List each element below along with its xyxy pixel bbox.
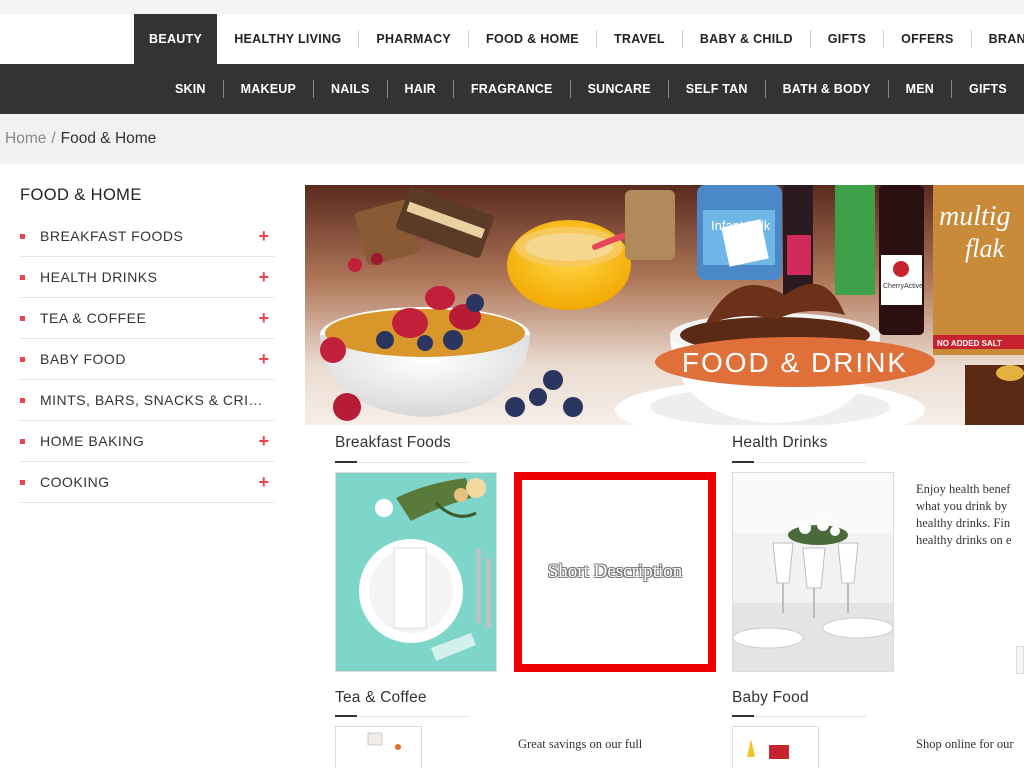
description-line: Enjoy health benef <box>916 482 1011 496</box>
bullet-icon <box>20 397 25 403</box>
slider-handle[interactable] <box>1016 646 1024 674</box>
subnav-item-men[interactable]: MEN <box>889 82 951 96</box>
bullet-icon <box>20 438 25 444</box>
category-item-mints-bars-snacks[interactable]: MINTS, BARS, SNACKS & CRISPS <box>20 380 275 421</box>
subnav-item-bath-body[interactable]: BATH & BODY <box>766 82 888 96</box>
breadcrumb-current: Food & Home <box>60 130 157 147</box>
plus-icon[interactable]: + <box>258 432 269 450</box>
top-strip <box>0 0 1024 14</box>
nav-item-healthy-living[interactable]: HEALTHY LIVING <box>217 14 358 64</box>
category-label: BREAKFAST FOODS <box>40 228 184 244</box>
banner-label: FOOD & DRINK <box>682 347 908 378</box>
food-drink-banner-image: Infant Milk CherryActive multig flak NO … <box>305 185 1024 425</box>
section-title-breakfast-foods[interactable]: Breakfast Foods <box>335 434 451 452</box>
category-list: BREAKFAST FOODS + HEALTH DRINKS + TEA & … <box>20 216 275 503</box>
nav-item-travel[interactable]: TRAVEL <box>597 14 682 64</box>
subnav-item-suncare[interactable]: SUNCARE <box>571 82 668 96</box>
category-banner: Infant Milk CherryActive multig flak NO … <box>305 185 1024 425</box>
short-description-placeholder[interactable]: Short Description <box>514 472 716 672</box>
sub-nav: SKIN MAKEUP NAILS HAIR FRAGRANCE SUNCARE… <box>0 64 1024 114</box>
category-label: HOME BAKING <box>40 433 145 449</box>
section-title-baby-food[interactable]: Baby Food <box>732 689 809 707</box>
breadcrumb-separator: / <box>51 130 56 147</box>
category-label: BABY FOOD <box>40 351 126 367</box>
nav-item-baby-child[interactable]: BABY & CHILD <box>683 14 810 64</box>
category-sidebar: FOOD & HOME BREAKFAST FOODS + HEALTH DRI… <box>20 186 275 503</box>
plus-icon[interactable]: + <box>258 473 269 491</box>
cherryactive-label: CherryActive <box>883 283 923 290</box>
description-line: healthy drinks. Fin <box>916 516 1011 530</box>
health-drinks-image[interactable] <box>732 472 894 672</box>
plus-icon[interactable]: + <box>258 309 269 327</box>
plus-icon[interactable]: + <box>258 350 269 368</box>
bullet-icon <box>20 479 25 485</box>
nav-item-offers[interactable]: OFFERS <box>884 14 971 64</box>
category-item-tea-coffee[interactable]: TEA & COFFEE + <box>20 298 275 339</box>
section-underline <box>335 715 469 717</box>
category-item-breakfast-foods[interactable]: BREAKFAST FOODS + <box>20 216 275 257</box>
nav-item-beauty[interactable]: BEAUTY <box>134 14 218 64</box>
multigrain-label: multig <box>939 201 1011 232</box>
category-item-baby-food[interactable]: BABY FOOD + <box>20 339 275 380</box>
nav-item-food-home[interactable]: FOOD & HOME <box>469 14 596 64</box>
top-header: BEAUTY HEALTHY LIVING PHARMACY FOOD & HO… <box>0 0 1024 64</box>
section-underline <box>335 461 469 463</box>
section-title-health-drinks[interactable]: Health Drinks <box>732 434 828 452</box>
subnav-item-makeup[interactable]: MAKEUP <box>224 82 313 96</box>
description-line: what you drink by <box>916 499 1008 513</box>
plus-icon[interactable]: + <box>258 227 269 245</box>
category-label: HEALTH DRINKS <box>40 269 158 285</box>
category-label: TEA & COFFEE <box>40 310 147 326</box>
category-label: COOKING <box>40 474 110 490</box>
nav-item-pharmacy[interactable]: PHARMACY <box>359 14 468 64</box>
main-nav: BEAUTY HEALTHY LIVING PHARMACY FOOD & HO… <box>134 14 1024 64</box>
tea-coffee-description: Great savings on our full <box>518 736 698 753</box>
flakes-label: flak <box>965 234 1004 263</box>
nav-item-gifts[interactable]: GIFTS <box>811 14 883 64</box>
sidebar-title: FOOD & HOME <box>20 186 142 204</box>
place-setting-image <box>336 473 496 671</box>
description-line: Great savings on our full <box>518 737 643 751</box>
category-item-cooking[interactable]: COOKING + <box>20 462 275 503</box>
section-underline <box>732 715 866 717</box>
breadcrumb: Home / Food & Home <box>0 114 1024 164</box>
description-line: healthy drinks on e <box>916 533 1012 547</box>
health-drinks-description: Enjoy health benef what you drink by hea… <box>916 481 1024 549</box>
category-item-home-baking[interactable]: HOME BAKING + <box>20 421 275 462</box>
category-label: MINTS, BARS, SNACKS & CRISPS <box>40 392 272 408</box>
category-item-health-drinks[interactable]: HEALTH DRINKS + <box>20 257 275 298</box>
subnav-item-gifts[interactable]: GIFTS <box>952 82 1024 96</box>
description-line: Shop online for our <box>916 737 1014 751</box>
breakfast-foods-image[interactable] <box>335 472 497 672</box>
tea-coffee-image[interactable] <box>335 726 422 768</box>
subnav-item-skin[interactable]: SKIN <box>158 82 223 96</box>
baby-food-image[interactable] <box>732 726 819 768</box>
glassware-table-image <box>733 473 893 671</box>
bullet-icon <box>20 233 25 239</box>
placeholder-text: Short Description <box>547 561 683 582</box>
baby-food-description: Shop online for our <box>916 736 1024 753</box>
subnav-item-hair[interactable]: HAIR <box>388 82 453 96</box>
section-underline <box>732 461 866 463</box>
plus-icon[interactable]: + <box>258 268 269 286</box>
baby-product-image <box>733 727 818 768</box>
nav-item-brands[interactable]: BRANDS <box>972 14 1024 64</box>
subnav-item-self-tan[interactable]: SELF TAN <box>669 82 765 96</box>
subnav-item-fragrance[interactable]: FRAGRANCE <box>454 82 570 96</box>
section-title-tea-coffee[interactable]: Tea & Coffee <box>335 689 427 707</box>
tea-product-image <box>336 727 421 768</box>
bullet-icon <box>20 274 25 280</box>
bullet-icon <box>20 315 25 321</box>
subnav-item-nails[interactable]: NAILS <box>314 82 387 96</box>
no-added-salt-label: NO ADDED SALT <box>937 339 1002 348</box>
bullet-icon <box>20 356 25 362</box>
breadcrumb-home-link[interactable]: Home <box>5 130 46 148</box>
